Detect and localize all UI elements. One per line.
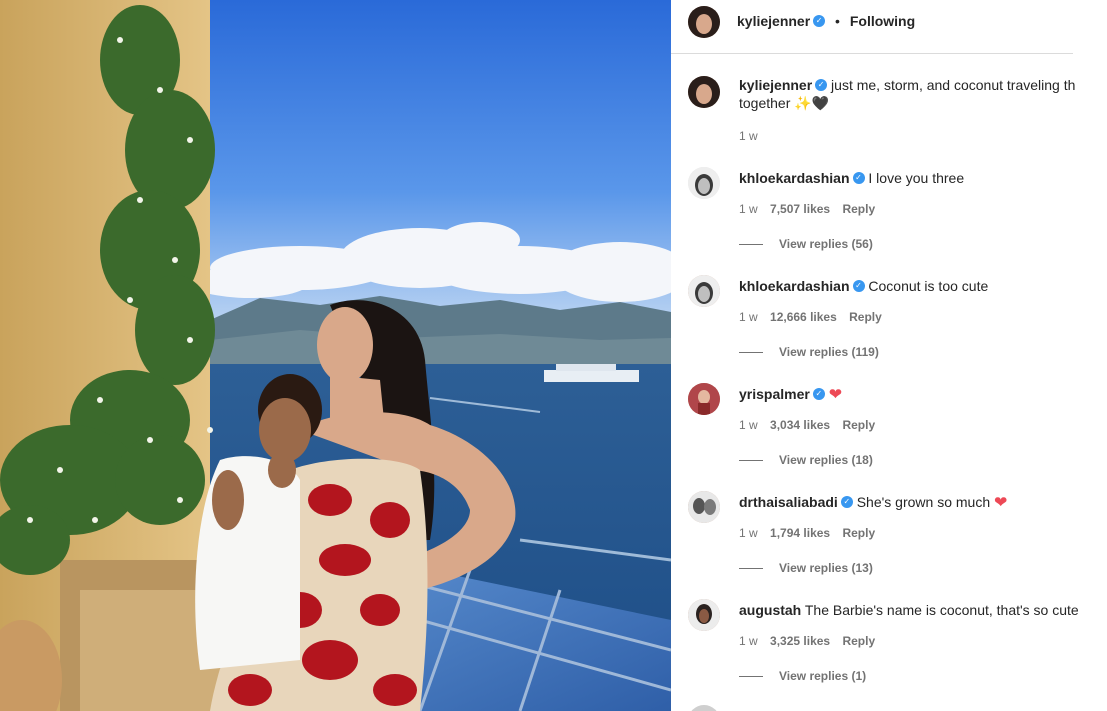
comment-item: khloekardashian ✓ Coconut is too cute 1 w… xyxy=(688,275,1090,365)
comment-age: 1 w xyxy=(739,202,758,216)
replies-line xyxy=(739,244,763,246)
comment-body: yrispalmer ✓ ❤ xyxy=(739,385,1089,404)
comment-text: I love you three xyxy=(868,170,965,186)
view-replies-button[interactable]: View replies (119) xyxy=(739,345,879,359)
caption-username[interactable]: kyliejenner xyxy=(739,77,812,93)
view-replies-button[interactable]: View replies (18) xyxy=(739,453,873,467)
verified-badge-icon: ✓ xyxy=(813,15,826,28)
comment-item: yrispalmer ✓ ❤ 1 w 3,034 likes Reply View… xyxy=(688,383,1090,473)
comment-likes[interactable]: 7,507 likes xyxy=(770,202,830,216)
view-replies-label: View replies (119) xyxy=(779,345,879,359)
caption-avatar[interactable] xyxy=(688,76,720,108)
author-username[interactable]: kyliejenner xyxy=(737,13,810,29)
comment-age: 1 w xyxy=(739,418,758,432)
comment-avatar[interactable] xyxy=(688,275,720,307)
caption-meta: 1 w xyxy=(739,129,767,143)
comment-body: augustah The Barbie's name is coconut, t… xyxy=(739,601,1089,619)
comment-meta: 1 w 3,034 likes Reply xyxy=(739,418,884,432)
comment-username[interactable]: khloekardashian xyxy=(739,170,850,186)
caption-age: 1 w xyxy=(739,129,758,143)
comment-likes[interactable]: 3,325 likes xyxy=(770,634,830,648)
comment-avatar[interactable] xyxy=(688,491,720,523)
comment-username[interactable]: augustah xyxy=(739,602,801,618)
comment-text: The Barbie's name is coconut, that's so … xyxy=(804,602,1079,618)
view-replies-button[interactable]: View replies (13) xyxy=(739,561,873,575)
reply-button[interactable]: Reply xyxy=(849,310,882,324)
caption-text-line2: together xyxy=(739,95,791,111)
comment-item: khloekardashian ✓ I love you three 1 w 7,… xyxy=(688,167,1090,257)
view-replies-button[interactable]: View replies (1) xyxy=(739,669,866,683)
post-header: kyliejenner ✓ • Following xyxy=(671,0,1073,54)
post-caption: kyliejenner ✓ just me, storm, and coconut… xyxy=(688,76,1090,146)
replies-line xyxy=(739,352,763,354)
header-user-row: kyliejenner ✓ • Following xyxy=(737,13,915,29)
post-image xyxy=(0,0,671,711)
reply-button[interactable]: Reply xyxy=(842,202,875,216)
replies-line xyxy=(739,460,763,462)
view-replies-button[interactable]: View replies (56) xyxy=(739,237,873,251)
view-replies-label: View replies (13) xyxy=(779,561,873,575)
view-replies-label: View replies (56) xyxy=(779,237,873,251)
replies-line xyxy=(739,676,763,678)
reply-button[interactable]: Reply xyxy=(842,526,875,540)
comment-meta: 1 w 12,666 likes Reply xyxy=(739,310,891,324)
comment-text: She's grown so much xyxy=(856,494,991,510)
comment-meta: 1 w 3,325 likes Reply xyxy=(739,634,884,648)
comment-likes[interactable]: 3,034 likes xyxy=(770,418,830,432)
comment-username[interactable]: khloekardashian xyxy=(739,278,850,294)
verified-badge-icon: ✓ xyxy=(852,172,865,185)
comment-item: drthaisaliabadi ✓ She's grown so much ❤ 1… xyxy=(688,491,1090,581)
sparkle-heart-emoji: ✨🖤 xyxy=(794,95,830,111)
verified-badge-icon: ✓ xyxy=(812,388,825,401)
comment-age: 1 w xyxy=(739,634,758,648)
verified-badge-icon: ✓ xyxy=(840,496,853,509)
comment-age: 1 w xyxy=(739,526,758,540)
separator-dot: • xyxy=(835,13,840,29)
verified-badge-icon: ✓ xyxy=(815,79,828,92)
reply-button[interactable]: Reply xyxy=(842,418,875,432)
comment-likes[interactable]: 12,666 likes xyxy=(770,310,837,324)
red-heart-icon: ❤ xyxy=(828,386,843,404)
caption-text-line1: just me, storm, and coconut traveling th xyxy=(831,77,1076,93)
post-side-panel: kyliejenner ✓ • Following kyliejenner ✓ ju… xyxy=(671,0,1107,711)
author-avatar[interactable] xyxy=(688,6,720,38)
comment-meta: 1 w 7,507 likes Reply xyxy=(739,202,884,216)
comment-body: drthaisaliabadi ✓ She's grown so much ❤ xyxy=(739,493,1089,512)
view-replies-label: View replies (18) xyxy=(779,453,873,467)
comment-body: khloekardashian ✓ I love you three xyxy=(739,169,1089,187)
view-replies-label: View replies (1) xyxy=(779,669,867,683)
comment-body: khloekardashian ✓ Coconut is too cute xyxy=(739,277,1089,295)
post-photo[interactable] xyxy=(0,0,671,711)
red-heart-icon: ❤ xyxy=(994,494,1008,512)
following-button[interactable]: Following xyxy=(850,13,915,29)
comment-username[interactable]: yrispalmer xyxy=(739,386,810,402)
next-comment-avatar[interactable] xyxy=(688,705,720,711)
comment-likes[interactable]: 1,794 likes xyxy=(770,526,830,540)
reply-button[interactable]: Reply xyxy=(842,634,875,648)
comment-item: augustah The Barbie's name is coconut, t… xyxy=(688,599,1090,689)
verified-badge-icon: ✓ xyxy=(852,280,865,293)
caption-body: kyliejenner ✓ just me, storm, and coconut… xyxy=(739,76,1089,112)
comment-avatar[interactable] xyxy=(688,383,720,415)
comment-meta: 1 w 1,794 likes Reply xyxy=(739,526,884,540)
comment-age: 1 w xyxy=(739,310,758,324)
comment-avatar[interactable] xyxy=(688,599,720,631)
replies-line xyxy=(739,568,763,570)
comment-username[interactable]: drthaisaliabadi xyxy=(739,494,838,510)
comment-avatar[interactable] xyxy=(688,167,720,199)
comment-text: Coconut is too cute xyxy=(868,278,989,294)
